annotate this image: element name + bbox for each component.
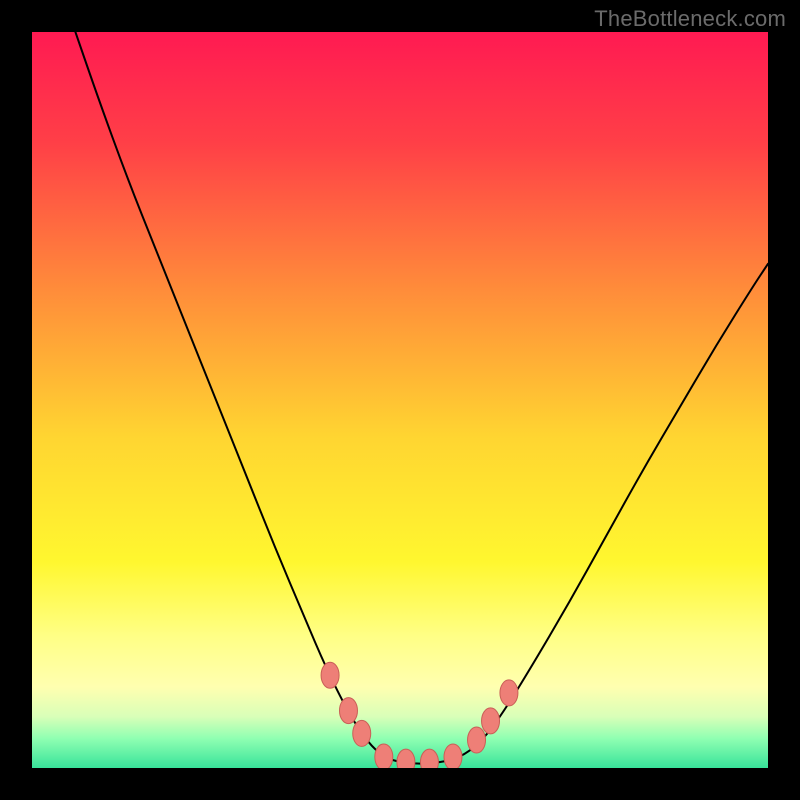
chart-plot-area [32, 32, 768, 768]
watermark-text: TheBottleneck.com [594, 6, 786, 32]
chart-frame: TheBottleneck.com [0, 0, 800, 800]
chart-svg [32, 32, 768, 768]
curve-marker [375, 744, 393, 768]
gradient-background [32, 32, 768, 768]
curve-marker [482, 708, 500, 734]
curve-marker [339, 698, 357, 724]
curve-marker [444, 744, 462, 768]
curve-marker [353, 720, 371, 746]
curve-marker [468, 727, 486, 753]
curve-marker [321, 662, 339, 688]
curve-marker [500, 680, 518, 706]
